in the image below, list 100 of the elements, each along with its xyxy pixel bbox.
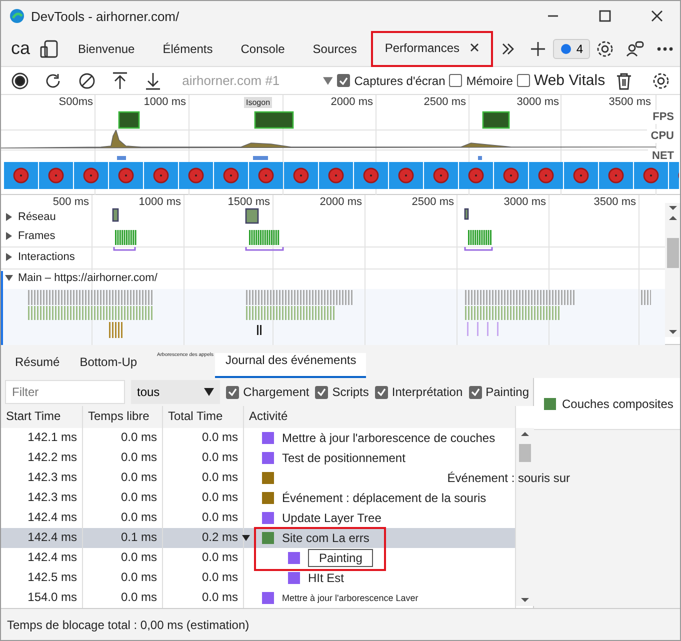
table-cell: 0.0 ms bbox=[83, 428, 163, 448]
time-tick: 2500 ms bbox=[422, 96, 466, 108]
download-icon[interactable] bbox=[145, 72, 162, 90]
time-tick: 1500 ms bbox=[226, 196, 270, 208]
close-icon[interactable] bbox=[470, 43, 479, 52]
checkbox[interactable] bbox=[516, 74, 530, 87]
track-label[interactable]: Réseau bbox=[18, 211, 56, 223]
time-tick: 3000 ms bbox=[502, 196, 546, 208]
issues-badge[interactable]: 4 bbox=[553, 38, 590, 58]
table-cell: 142.4 ms bbox=[1, 548, 83, 568]
settings-icon[interactable] bbox=[596, 40, 614, 58]
time-tick: 1000 ms bbox=[142, 96, 186, 108]
track-label[interactable]: Interactions bbox=[18, 251, 75, 263]
clear-icon[interactable] bbox=[78, 72, 96, 90]
checkbox-label: Painting bbox=[486, 385, 529, 399]
cut-off-tab[interactable]: ca bbox=[7, 30, 34, 66]
column-header[interactable]: Total Time bbox=[163, 406, 244, 428]
time-tick: 1000 ms bbox=[138, 196, 181, 208]
upload-icon[interactable] bbox=[112, 72, 128, 90]
checkbox-label: Scripts bbox=[332, 385, 369, 399]
checkbox-label: Web Vitals bbox=[534, 72, 606, 89]
filter-field[interactable]: Filter bbox=[5, 380, 125, 404]
screenshot-thumbnail bbox=[354, 162, 388, 189]
screenshot-thumbnail bbox=[319, 162, 353, 189]
checkbox-label: Interprétation bbox=[392, 385, 463, 399]
panel-tab[interactable]: Sources bbox=[298, 30, 371, 66]
checkbox[interactable] bbox=[374, 386, 388, 398]
track-label[interactable]: Frames bbox=[18, 230, 56, 242]
dropdown-caret-icon[interactable] bbox=[204, 388, 214, 396]
screenshot-thumbnail bbox=[494, 162, 528, 189]
table-cell: 0.0 ms bbox=[163, 448, 244, 468]
table-cell: 0.0 ms bbox=[163, 548, 244, 568]
plus-icon[interactable] bbox=[530, 40, 546, 56]
expanded-arrow-icon[interactable] bbox=[242, 534, 250, 542]
time-tick: S00ms bbox=[58, 96, 93, 108]
close-icon[interactable] bbox=[650, 10, 664, 22]
expanded-arrow-icon[interactable] bbox=[5, 274, 13, 282]
screenshot-thumbnail bbox=[179, 162, 213, 189]
screenshot-thumbnail bbox=[214, 162, 248, 189]
column-header[interactable]: Temps libre bbox=[83, 406, 163, 428]
table-cell: 0.0 ms bbox=[83, 568, 163, 588]
activity-name: Mettre à jour l'arborescence de couches bbox=[282, 431, 496, 445]
track-label[interactable]: Main – https://airhorner.com/ bbox=[18, 272, 158, 284]
activity-name: Événement : déplacement de la souris bbox=[282, 491, 486, 505]
checkbox[interactable] bbox=[468, 386, 482, 398]
screenshot-thumbnail bbox=[74, 162, 108, 189]
checkbox[interactable] bbox=[315, 386, 328, 398]
trash-icon[interactable] bbox=[616, 72, 632, 90]
collapsed-arrow-icon[interactable] bbox=[5, 213, 13, 221]
table-cell: 0.0 ms bbox=[163, 428, 244, 448]
checkbox[interactable] bbox=[449, 74, 462, 87]
screenshot-thumbnail bbox=[564, 162, 598, 189]
device-icon[interactable] bbox=[39, 38, 60, 58]
panel-tab[interactable]: Bienvenue bbox=[64, 30, 149, 66]
checkbox-label: Captures d'écran bbox=[354, 74, 446, 88]
panel-tab[interactable]: Console bbox=[226, 30, 299, 66]
column-header[interactable]: Start Time bbox=[1, 406, 83, 428]
panel-tab[interactable]: Performances bbox=[370, 30, 493, 66]
table-cell: 0.0 ms bbox=[83, 548, 163, 568]
more-icon[interactable] bbox=[656, 46, 674, 52]
double-chevron-icon[interactable] bbox=[500, 42, 515, 54]
table-cell: 0.0 ms bbox=[163, 568, 244, 588]
table-cell: 0.0 ms bbox=[163, 488, 244, 508]
activity-name: Mettre à jour l'arborescence Laver bbox=[282, 593, 418, 603]
reload-icon[interactable] bbox=[44, 72, 62, 90]
collapsed-arrow-icon[interactable] bbox=[5, 232, 13, 240]
table-cell: 142.3 ms bbox=[1, 468, 83, 488]
check-icon bbox=[339, 76, 348, 84]
table-cell: 0.2 ms bbox=[163, 528, 244, 548]
tooltip: Painting bbox=[308, 549, 374, 567]
details-tab[interactable]: Journal des événements bbox=[215, 353, 366, 378]
screenshot-thumbnail bbox=[599, 162, 633, 189]
screenshot-thumbnail bbox=[389, 162, 423, 189]
collapsed-arrow-icon[interactable] bbox=[5, 253, 13, 261]
details-tab[interactable]: Bottom-Up bbox=[70, 355, 148, 378]
checkbox[interactable] bbox=[226, 386, 240, 398]
screenshot-thumbnail bbox=[459, 162, 493, 189]
people-icon[interactable] bbox=[626, 40, 644, 58]
category-select[interactable]: tous bbox=[131, 380, 220, 404]
screenshot-thumbnail bbox=[529, 162, 563, 189]
table-cell: 142.3 ms bbox=[1, 488, 83, 508]
table-cell: 0.0 ms bbox=[83, 468, 163, 488]
check-icon bbox=[228, 388, 238, 396]
maximize-icon[interactable] bbox=[598, 10, 612, 22]
column-header[interactable]: Activité bbox=[244, 406, 516, 428]
details-tab[interactable]: Résumé bbox=[5, 355, 70, 378]
panel-tab[interactable]: Éléments bbox=[148, 30, 227, 66]
chat-icon bbox=[560, 42, 572, 54]
table-cell: 142.2 ms bbox=[1, 448, 83, 468]
record-icon[interactable] bbox=[10, 72, 29, 90]
screenshot-thumbnail bbox=[249, 162, 283, 189]
table-cell: 142.1 ms bbox=[1, 428, 83, 448]
checkbox-label: Chargement bbox=[243, 385, 310, 399]
table-cell: 142.4 ms bbox=[1, 528, 83, 548]
time-tick: 3500 ms bbox=[608, 96, 651, 108]
checkbox[interactable] bbox=[337, 74, 350, 87]
time-tick: 2000 ms bbox=[318, 196, 362, 208]
settings-icon[interactable] bbox=[652, 72, 670, 90]
activity-name: Test de positionnement bbox=[282, 451, 406, 465]
activity-name: Update Layer Tree bbox=[282, 511, 382, 525]
